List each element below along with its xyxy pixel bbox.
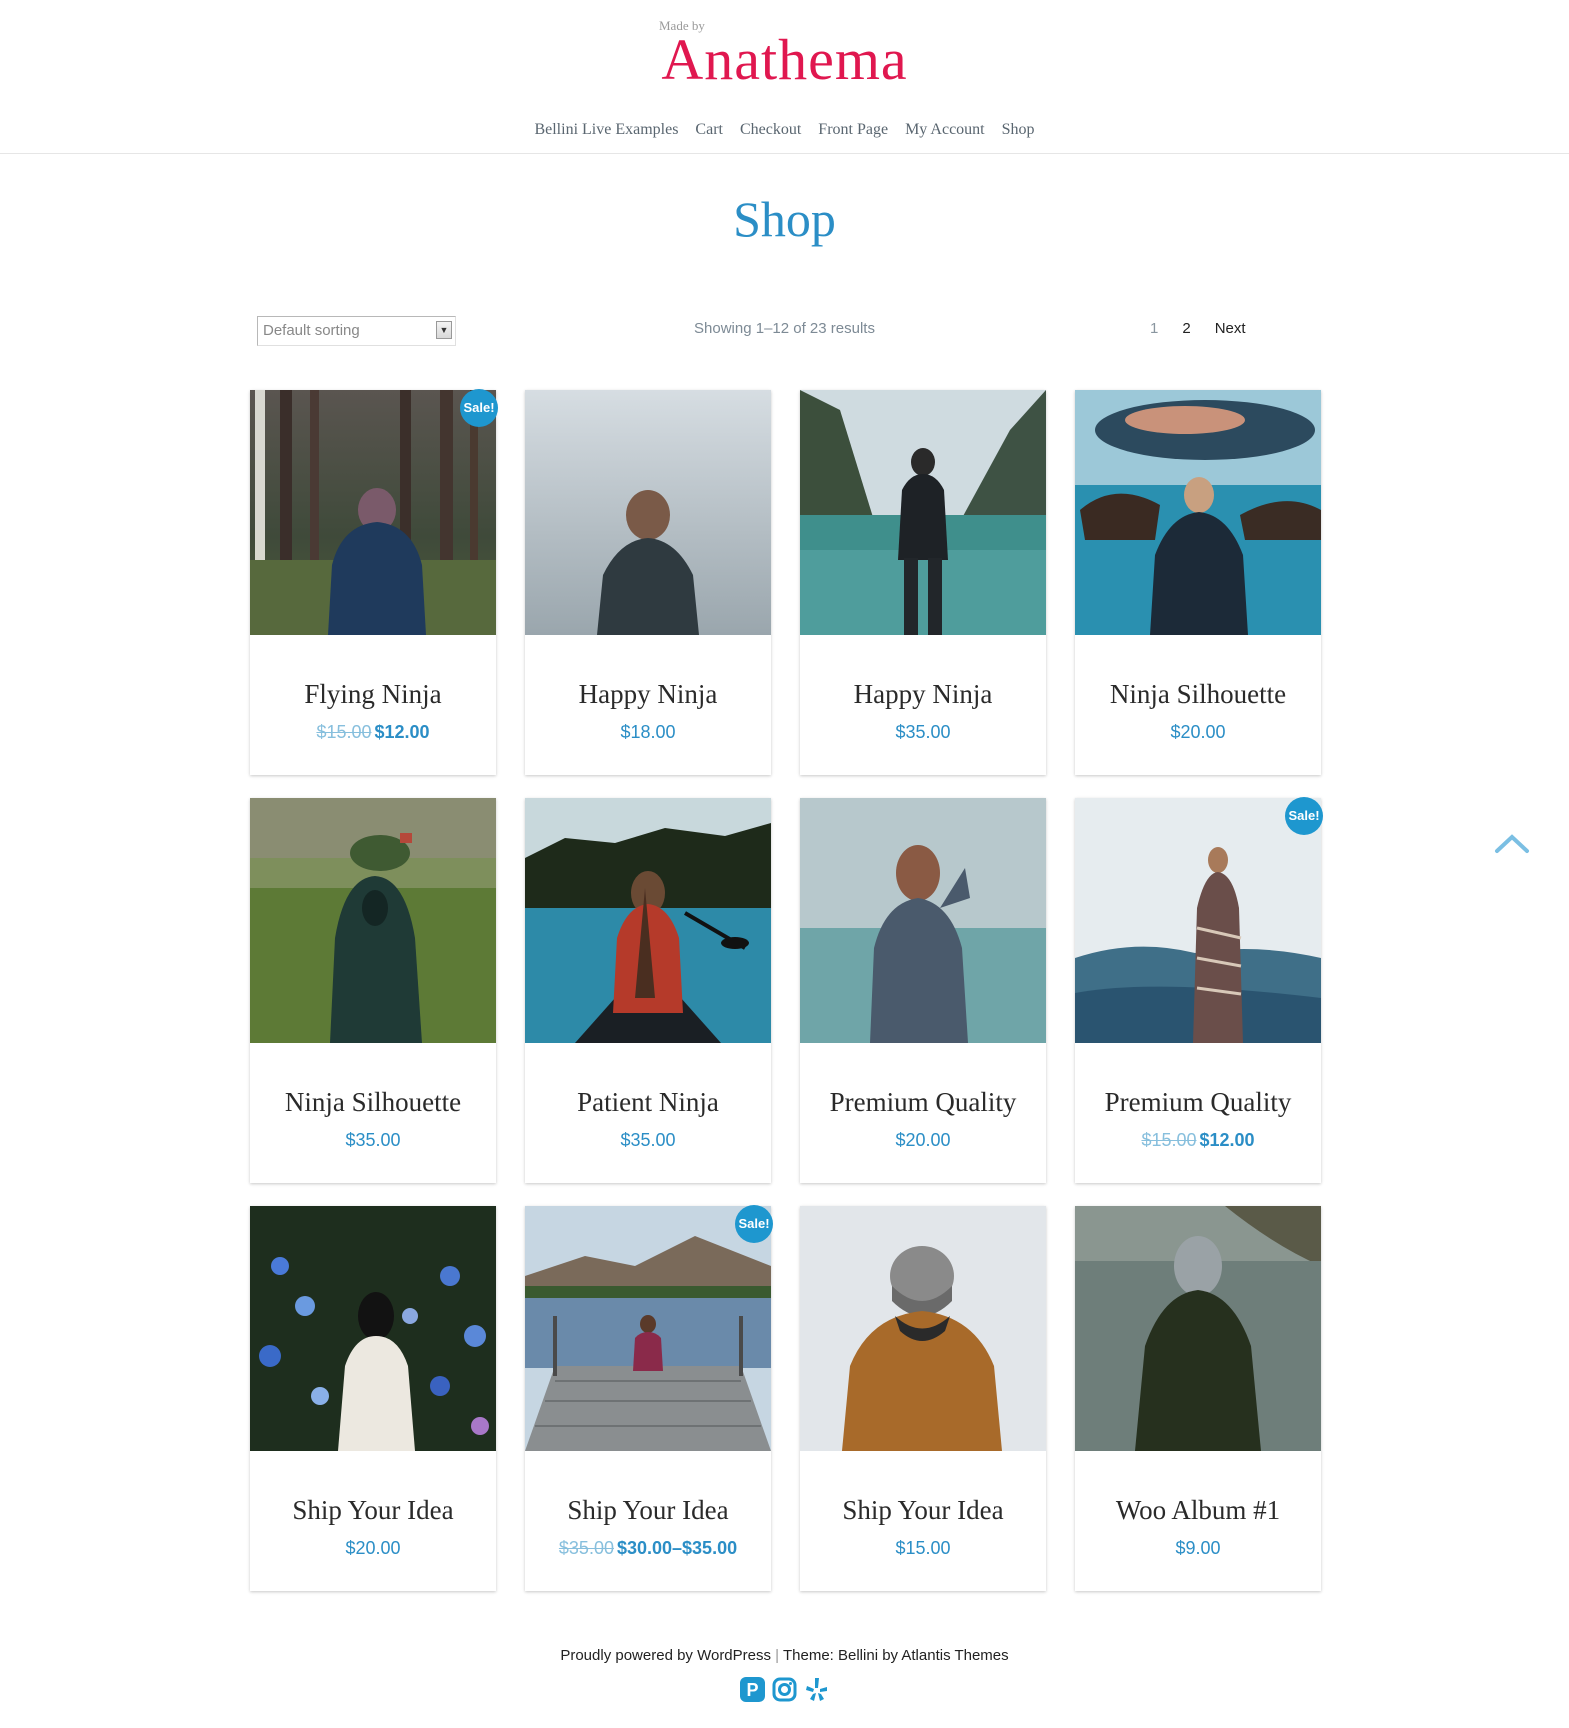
product-card[interactable]: Sale! Premium Quality $15.00 $12.00	[1075, 797, 1323, 1183]
price: $35.00	[895, 722, 951, 742]
product-card[interactable]: Ship Your Idea $15.00	[800, 1206, 1046, 1591]
product-image[interactable]	[1075, 798, 1321, 1043]
nav-front-page[interactable]: Front Page	[818, 121, 888, 139]
product-price: $9.00	[1075, 1538, 1321, 1559]
product-price: $20.00	[1075, 722, 1321, 743]
product-image[interactable]	[250, 798, 496, 1043]
nav-bellini-live-examples[interactable]: Bellini Live Examples	[534, 121, 678, 139]
product-name[interactable]: Ninja Silhouette	[250, 1087, 496, 1118]
page-1-link: 1	[1150, 320, 1159, 337]
nav-shop[interactable]: Shop	[1002, 121, 1035, 139]
product-name[interactable]: Happy Ninja	[525, 679, 771, 710]
powered-by-wordpress-link[interactable]: Proudly powered by WordPress	[560, 1647, 771, 1664]
product-card[interactable]: Patient Ninja $35.00	[525, 798, 771, 1183]
product-name[interactable]: Premium Quality	[800, 1087, 1046, 1118]
product-price: $35.00	[250, 1130, 496, 1151]
product-image[interactable]	[1075, 390, 1321, 635]
product-price: $18.00	[525, 722, 771, 743]
site-header: Made by Anathema Bellini Live Examples C…	[0, 0, 1569, 154]
pinterest-icon[interactable]: P	[740, 1677, 765, 1702]
product-name[interactable]: Ship Your Idea	[250, 1495, 496, 1526]
nav-cart[interactable]: Cart	[695, 121, 723, 139]
result-count: Showing 1–12 of 23 results	[694, 320, 875, 337]
nav-checkout[interactable]: Checkout	[740, 121, 801, 139]
instagram-icon[interactable]	[772, 1677, 797, 1702]
product-name[interactable]: Ship Your Idea	[525, 1495, 771, 1526]
product-card[interactable]: Sale! Ship Your Idea $35.00 $30.00–$35.00	[525, 1205, 773, 1591]
product-price: $20.00	[800, 1130, 1046, 1151]
theme-credit-link[interactable]: Theme: Bellini by Atlantis Themes	[783, 1647, 1009, 1664]
product-price: $15.00 $12.00	[250, 722, 496, 743]
product-image[interactable]	[800, 798, 1046, 1043]
product-price: $35.00	[800, 722, 1046, 743]
social-links: P	[740, 1677, 829, 1702]
product-name[interactable]: Flying Ninja	[250, 679, 496, 710]
product-price: $15.00	[800, 1538, 1046, 1559]
regular-price: $15.00	[1141, 1130, 1197, 1150]
product-name[interactable]: Woo Album #1	[1075, 1495, 1321, 1526]
nav-my-account[interactable]: My Account	[905, 121, 985, 139]
product-card[interactable]: Ninja Silhouette $35.00	[250, 798, 496, 1183]
sale-price: $12.00	[374, 722, 430, 742]
site-footer: Proudly powered by WordPress | Theme: Be…	[0, 1647, 1569, 1664]
price: $35.00	[620, 1130, 676, 1150]
product-image[interactable]	[800, 1206, 1046, 1451]
product-image[interactable]	[250, 390, 496, 635]
price: $9.00	[1175, 1538, 1221, 1558]
product-name[interactable]: Ninja Silhouette	[1075, 679, 1321, 710]
product-card[interactable]: Happy Ninja $35.00	[800, 390, 1046, 775]
price: $15.00	[895, 1538, 951, 1558]
product-card[interactable]: Sale! Flying Ninja $15.00 $12.00	[250, 389, 498, 775]
regular-price: $15.00	[316, 722, 372, 742]
product-card[interactable]: Ninja Silhouette $20.00	[1075, 390, 1321, 775]
product-price: $35.00 $30.00–$35.00	[525, 1538, 771, 1559]
price: $18.00	[620, 722, 676, 742]
price: $20.00	[1170, 722, 1226, 742]
sale-badge: Sale!	[1285, 797, 1323, 835]
svg-text:P: P	[746, 1680, 758, 1700]
regular-price: $35.00	[558, 1538, 614, 1558]
price: $20.00	[345, 1538, 401, 1558]
product-price: $15.00 $12.00	[1075, 1130, 1321, 1151]
product-image[interactable]	[525, 390, 771, 635]
price: $20.00	[895, 1130, 951, 1150]
product-image[interactable]	[1075, 1206, 1321, 1451]
product-name[interactable]: Ship Your Idea	[800, 1495, 1046, 1526]
back-to-top-chevron-up-icon[interactable]	[1494, 832, 1530, 854]
product-name[interactable]: Happy Ninja	[800, 679, 1046, 710]
product-name[interactable]: Premium Quality	[1075, 1087, 1321, 1118]
product-image[interactable]	[525, 1206, 771, 1451]
footer-separator: |	[775, 1647, 780, 1664]
product-card[interactable]: Happy Ninja $18.00	[525, 390, 771, 775]
product-image[interactable]	[525, 798, 771, 1043]
product-price: $20.00	[250, 1538, 496, 1559]
page-title: Shop	[733, 191, 836, 247]
price: $35.00	[345, 1130, 401, 1150]
sale-price: $12.00	[1199, 1130, 1255, 1150]
yelp-icon[interactable]	[804, 1677, 829, 1702]
product-image[interactable]	[800, 390, 1046, 635]
product-image[interactable]	[250, 1206, 496, 1451]
product-name[interactable]: Patient Ninja	[525, 1087, 771, 1118]
site-logo[interactable]: Anathema	[0, 26, 1569, 93]
page-2-link[interactable]: 2	[1170, 320, 1202, 337]
sale-price: $30.00–$35.00	[616, 1538, 738, 1558]
sale-badge: Sale!	[735, 1205, 773, 1243]
product-card[interactable]: Woo Album #1 $9.00	[1075, 1206, 1321, 1591]
pagination: 1 2 Next	[1138, 320, 1258, 337]
main-nav: Bellini Live Examples Cart Checkout Fron…	[0, 121, 1569, 139]
product-card[interactable]: Ship Your Idea $20.00	[250, 1206, 496, 1591]
product-card[interactable]: Premium Quality $20.00	[800, 798, 1046, 1183]
sale-badge: Sale!	[460, 389, 498, 427]
next-page-link[interactable]: Next	[1203, 320, 1258, 337]
product-price: $35.00	[525, 1130, 771, 1151]
